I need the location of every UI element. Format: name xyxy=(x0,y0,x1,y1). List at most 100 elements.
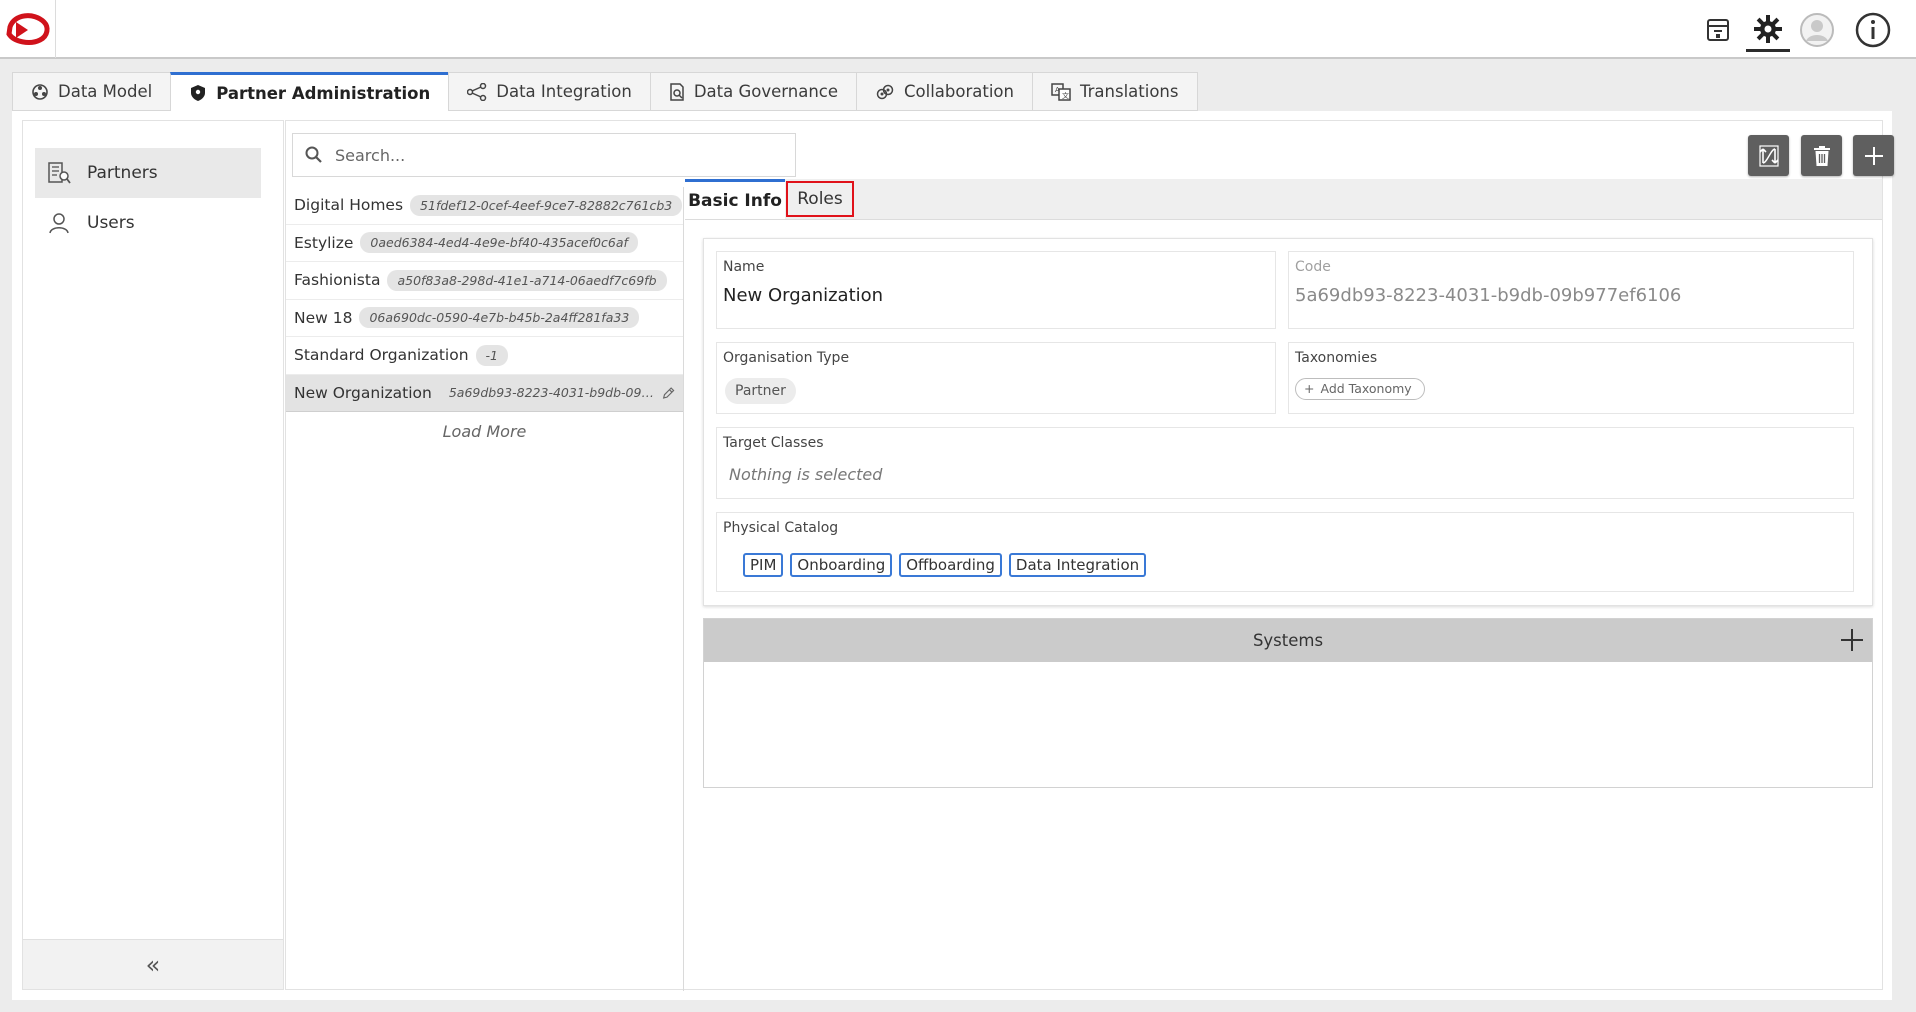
add-button[interactable] xyxy=(1853,135,1894,176)
collaboration-icon xyxy=(876,84,894,99)
partner-code-badge: 5a69db93-8223-4031-b9db-09b977ef... xyxy=(448,385,655,401)
list-item[interactable]: Estylize 0aed6384-4ed4-4e9e-bf40-435acef… xyxy=(286,225,683,262)
sidebar: Partners Users « xyxy=(22,120,284,990)
catalog-tag[interactable]: PIM xyxy=(743,553,784,577)
tab-roles[interactable]: Roles xyxy=(786,181,854,217)
tab-label: Data Model xyxy=(58,82,153,101)
systems-header: Systems xyxy=(704,619,1872,662)
list-item-selected[interactable]: New Organization 5a69db93-8223-4031-b9db… xyxy=(286,374,683,412)
sync-icon xyxy=(1758,144,1779,167)
catalog-tag[interactable]: Data Integration xyxy=(1008,553,1147,577)
partner-name: New Organization xyxy=(294,383,432,402)
collapse-sidebar-button[interactable]: « xyxy=(23,939,283,989)
shield-icon xyxy=(191,85,206,101)
tab-partner-administration[interactable]: Partner Administration xyxy=(170,72,449,112)
partners-icon xyxy=(48,162,71,184)
catalog-tag-list: PIM Onboarding Offboarding Data Integrat… xyxy=(743,553,1147,577)
sidebar-item-label: Users xyxy=(87,213,135,233)
partner-list: Digital Homes 51fdef12-0cef-4eef-9ce7-82… xyxy=(286,187,684,991)
tab-label: Translations xyxy=(1079,82,1179,101)
workspace: Digital Homes 51fdef12-0cef-4eef-9ce7-82… xyxy=(285,120,1894,991)
partner-code-badge: -1 xyxy=(475,344,509,366)
translate-icon: A文 xyxy=(1051,82,1071,101)
tab-label: Partner Administration xyxy=(216,83,431,103)
double-chevron-left-icon: « xyxy=(145,950,161,979)
add-taxonomy-label: Add Taxonomy xyxy=(1320,381,1412,396)
name-field[interactable]: Name New Organization xyxy=(716,251,1276,329)
target-classes-value[interactable]: Nothing is selected xyxy=(729,465,882,484)
organisation-type-chip[interactable]: Partner xyxy=(725,378,796,404)
catalog-tag[interactable]: Onboarding xyxy=(790,553,893,577)
organisation-type-label: Organisation Type xyxy=(723,350,850,366)
load-more-link[interactable]: Load More xyxy=(286,422,683,441)
code-field: Code 5a69db93-8223-4031-b9db-09b977ef610… xyxy=(1288,251,1854,329)
catalog-tag[interactable]: Offboarding xyxy=(899,553,1002,577)
tab-translations[interactable]: A文 Translations xyxy=(1031,72,1198,111)
target-classes-label: Target Classes xyxy=(723,435,824,451)
sync-button[interactable] xyxy=(1748,135,1789,176)
search-icon xyxy=(305,146,322,163)
list-item[interactable]: New 18 06a690dc-0590-4e7b-b45b-2a4ff281f… xyxy=(286,300,683,337)
tab-data-governance[interactable]: Data Governance xyxy=(649,72,857,111)
user-avatar-icon[interactable] xyxy=(1795,8,1839,52)
code-value: 5a69db93-8223-4031-b9db-09b977ef6106 xyxy=(1295,285,1682,306)
plus-icon xyxy=(1841,629,1863,651)
organisation-type-field[interactable]: Organisation Type Partner xyxy=(716,342,1276,414)
tab-label: Collaboration xyxy=(904,82,1014,101)
partner-name: Estylize xyxy=(294,233,354,252)
partner-code-badge: 51fdef12-0cef-4eef-9ce7-82882c761cb3 xyxy=(410,194,683,216)
plus-icon: + xyxy=(1304,381,1315,396)
top-bar xyxy=(0,0,1916,59)
trash-icon xyxy=(1813,145,1830,166)
governance-icon xyxy=(670,82,684,101)
info-icon[interactable] xyxy=(1851,8,1895,52)
sidebar-item-partners[interactable]: Partners xyxy=(35,148,261,198)
tab-data-model[interactable]: Data Model xyxy=(12,72,171,111)
data-model-icon xyxy=(32,83,48,100)
sidebar-item-label: Partners xyxy=(87,163,158,183)
name-value[interactable]: New Organization xyxy=(723,285,883,306)
tab-collaboration[interactable]: Collaboration xyxy=(856,72,1032,111)
target-classes-field[interactable]: Target Classes Nothing is selected xyxy=(716,427,1854,499)
physical-catalog-label: Physical Catalog xyxy=(723,520,839,536)
list-item[interactable]: Standard Organization -1 xyxy=(286,337,683,375)
partner-name: Fashionista xyxy=(294,271,381,290)
detail-tabs: Basic Info Roles xyxy=(685,179,1882,220)
search-input[interactable] xyxy=(335,145,775,165)
partner-name: Digital Homes xyxy=(294,196,404,215)
gear-icon[interactable] xyxy=(1746,8,1790,52)
logo-icon[interactable] xyxy=(0,0,56,58)
tab-data-integration[interactable]: Data Integration xyxy=(448,72,650,111)
name-label: Name xyxy=(723,259,765,275)
physical-catalog-field: Physical Catalog PIM Onboarding Offboard… xyxy=(716,512,1854,592)
tab-label: Data Integration xyxy=(496,82,632,101)
search-box[interactable] xyxy=(292,133,796,177)
archive-icon[interactable] xyxy=(1696,8,1740,52)
add-taxonomy-button[interactable]: + Add Taxonomy xyxy=(1295,378,1425,400)
detail-panel: Basic Info Roles Name New Organization C… xyxy=(685,179,1882,991)
basic-info-form: Name New Organization Code 5a69db93-8223… xyxy=(703,238,1873,606)
tab-label: Data Governance xyxy=(693,82,839,101)
list-item[interactable]: Fashionista a50f83a8-298d-41e1-a714-06ae… xyxy=(286,262,683,300)
partner-code-badge: a50f83a8-298d-41e1-a714-06aedf7c69fb xyxy=(387,269,667,291)
taxonomies-label: Taxonomies xyxy=(1295,350,1378,366)
partner-name: Standard Organization xyxy=(294,346,469,365)
user-icon xyxy=(49,213,69,234)
systems-title: Systems xyxy=(1252,631,1324,650)
systems-panel: Systems xyxy=(703,618,1873,788)
pencil-icon[interactable] xyxy=(662,385,675,401)
add-system-button[interactable] xyxy=(1838,626,1866,654)
svg-text:文: 文 xyxy=(1062,91,1069,100)
list-item[interactable]: Digital Homes 51fdef12-0cef-4eef-9ce7-82… xyxy=(286,187,683,225)
tab-basic-info[interactable]: Basic Info xyxy=(685,179,785,219)
main-area: Partners Users « Digital Homes 51fde xyxy=(12,111,1894,1000)
svg-text:A: A xyxy=(1055,86,1060,94)
integration-icon xyxy=(467,82,487,101)
code-label: Code xyxy=(1295,259,1331,275)
partner-code-badge: 0aed6384-4ed4-4e9e-bf40-435acef0c6af xyxy=(360,232,638,254)
partner-name: New 18 xyxy=(294,308,353,327)
sidebar-item-users[interactable]: Users xyxy=(35,198,261,248)
plus-icon xyxy=(1864,146,1883,165)
delete-button[interactable] xyxy=(1801,135,1842,176)
main-tabs: Data Model Partner Administration Data I… xyxy=(12,72,1198,112)
